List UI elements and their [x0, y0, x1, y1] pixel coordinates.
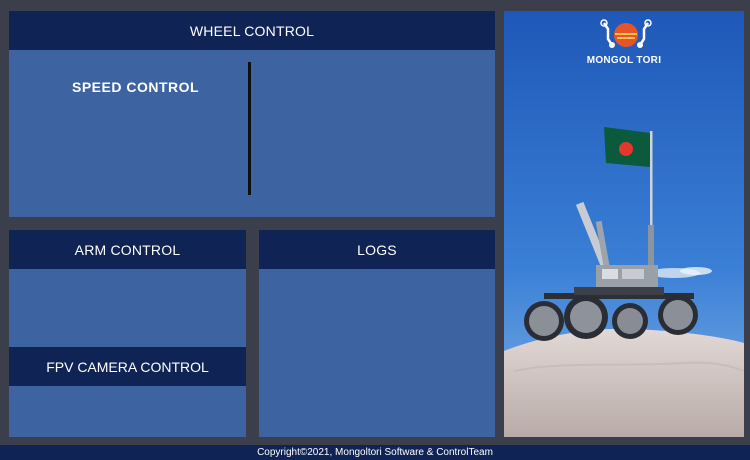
logs-header: LOGS	[259, 230, 495, 269]
footer: Copyright©2021, Mongoltori Software & Co…	[0, 445, 750, 460]
logs-panel: LOGS	[259, 230, 495, 437]
rover-photo: MONGOL TORI	[504, 11, 744, 437]
arm-control-panel: ARM CONTROL FPV CAMERA CONTROL	[9, 230, 246, 437]
fpv-camera-control-header: FPV CAMERA CONTROL	[9, 347, 246, 386]
brand-name: MONGOL TORI	[586, 55, 662, 66]
speed-control-label: SPEED CONTROL	[72, 79, 200, 95]
speed-control-divider	[248, 62, 251, 195]
wheel-control-header: WHEEL CONTROL	[9, 11, 495, 50]
wheel-control-panel: WHEEL CONTROL SPEED CONTROL	[9, 11, 495, 217]
arm-control-header: ARM CONTROL	[9, 230, 246, 269]
